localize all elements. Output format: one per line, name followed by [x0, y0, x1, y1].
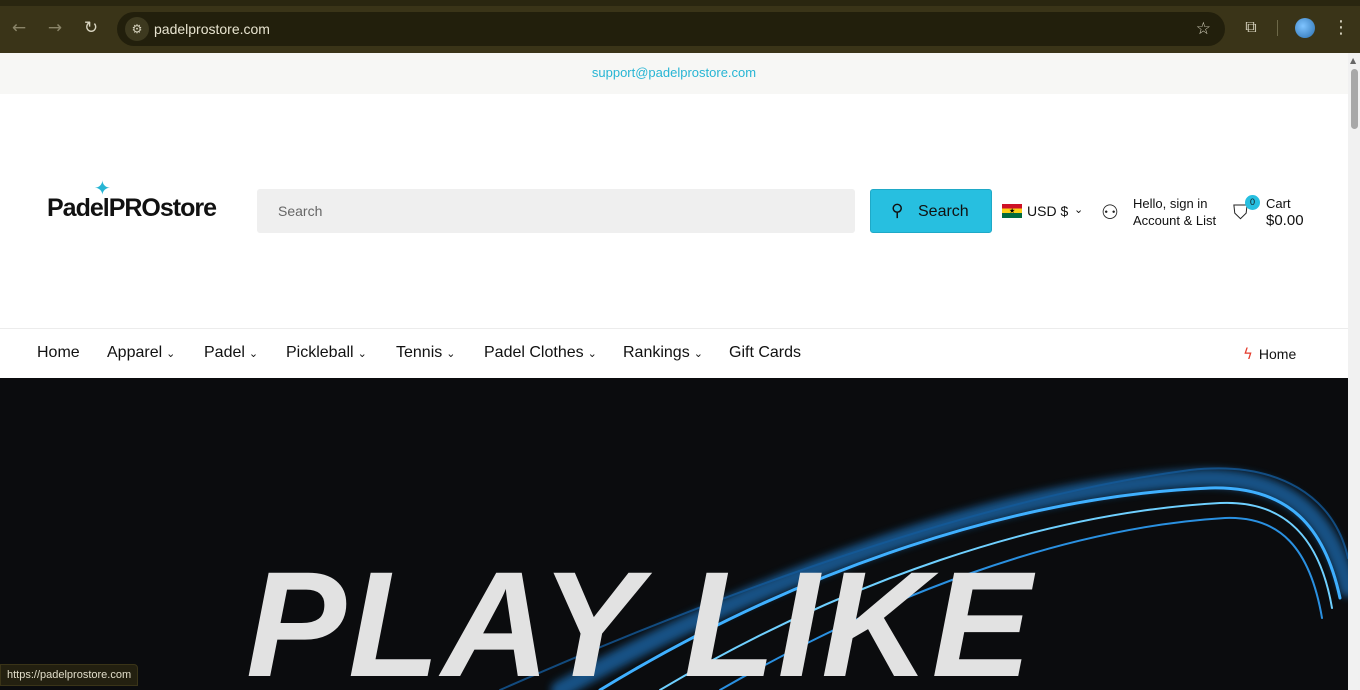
tab-strip — [0, 0, 1360, 6]
cart-total: $0.00 — [1266, 212, 1304, 229]
chevron-down-icon: ⌄ — [357, 347, 367, 360]
toolbar-divider — [1277, 20, 1278, 36]
account-greeting: Hello, sign in — [1133, 196, 1208, 211]
nav-item-label: Rankings — [623, 344, 690, 361]
nav-item-label: Padel Clothes — [484, 344, 584, 361]
user-icon: ⚇ — [1101, 200, 1119, 224]
search-input[interactable] — [257, 189, 855, 233]
nav-item-tennis[interactable]: Tennis ⌄ — [396, 344, 455, 362]
chevron-down-icon: ⌄ — [166, 347, 176, 360]
nav-item-label: Pickleball — [286, 344, 354, 361]
search-button[interactable]: ⚲ Search — [870, 189, 992, 233]
chevron-down-icon: ⌄ — [248, 347, 259, 360]
lightning-bolt-icon: ϟ — [1243, 345, 1253, 363]
status-bar-url: https://padelprostore.com — [0, 664, 139, 686]
profile-avatar[interactable] — [1295, 18, 1315, 38]
scroll-up-arrow-icon[interactable]: ▲ — [1350, 56, 1356, 65]
nav-item-rankings[interactable]: Rankings ⌄ — [623, 344, 703, 362]
browser-toolbar: ← → ↻ ⚙ padelprostore.com ☆ ⧉ ⋮ — [0, 0, 1360, 53]
address-url[interactable]: padelprostore.com — [154, 21, 270, 37]
site-settings-icon[interactable]: ⚙ — [125, 17, 149, 41]
chevron-down-icon: ⌄ — [446, 347, 456, 360]
nav-item-apparel[interactable]: Apparel ⌄ — [107, 344, 175, 362]
account-link[interactable]: ⚇ Hello, sign in Account & List — [1101, 194, 1221, 230]
site-header: ✦ PadelPROstore ⚲ Search ★ USD $ ⌄ ⚇ Hel… — [0, 94, 1348, 328]
cart-label: Cart — [1266, 196, 1291, 211]
hero-banner[interactable]: PLAY LIKE — [0, 378, 1348, 690]
back-arrow-icon[interactable]: ← — [8, 17, 30, 39]
forward-arrow-icon[interactable]: → — [44, 17, 66, 39]
nav-item-padel-clothes[interactable]: Padel Clothes ⌄ — [484, 344, 597, 362]
chevron-down-icon: ⌄ — [693, 347, 703, 360]
ghana-flag-icon: ★ — [1002, 204, 1022, 218]
extensions-icon[interactable]: ⧉ — [1240, 17, 1262, 39]
currency-label: USD $ — [1027, 203, 1069, 219]
support-email-link[interactable]: support@padelprostore.com — [592, 65, 756, 80]
browser-menu-icon[interactable]: ⋮ — [1331, 16, 1351, 40]
site-logo[interactable]: PadelPROstore — [47, 194, 217, 223]
bookmark-star-icon[interactable]: ☆ — [1196, 19, 1211, 39]
nav-item-label: Apparel — [107, 344, 163, 361]
cart-link[interactable]: ⛉ 0 Cart $0.00 — [1233, 194, 1313, 230]
page-scrollbar[interactable]: ▲ — [1348, 53, 1360, 690]
nav-right-home-link[interactable]: ϟ Home — [1243, 345, 1296, 363]
nav-item-padel[interactable]: Padel ⌄ — [204, 344, 258, 362]
account-list-label: Account & List — [1133, 213, 1217, 228]
scrollbar-thumb[interactable] — [1351, 69, 1358, 129]
nav-item-gift-cards[interactable]: Gift Cards — [729, 344, 801, 362]
nav-item-home[interactable]: Home — [37, 344, 80, 362]
nav-item-label: Padel — [204, 344, 245, 361]
reload-icon[interactable]: ↻ — [80, 17, 102, 39]
nav-right-label: Home — [1258, 346, 1297, 362]
hero-headline: PLAY LIKE — [246, 540, 1034, 690]
chevron-down-icon: ⌄ — [1074, 203, 1084, 216]
main-nav: Home Apparel ⌄ Padel ⌄ Pickleball ⌄ Tennis ⌄… — [0, 328, 1348, 378]
announcement-bar: support@padelprostore.com — [0, 53, 1348, 94]
nav-item-label: Tennis — [396, 344, 443, 361]
nav-item-pickleball[interactable]: Pickleball ⌄ — [286, 344, 367, 362]
address-bar[interactable]: ⚙ padelprostore.com ☆ — [117, 12, 1225, 46]
search-icon: ⚲ — [891, 201, 904, 221]
cart-count-badge: 0 — [1245, 195, 1260, 210]
search-button-label: Search — [918, 203, 969, 220]
page-viewport: support@padelprostore.com ✦ PadelPROstor… — [0, 53, 1348, 690]
chevron-down-icon: ⌄ — [587, 347, 597, 360]
